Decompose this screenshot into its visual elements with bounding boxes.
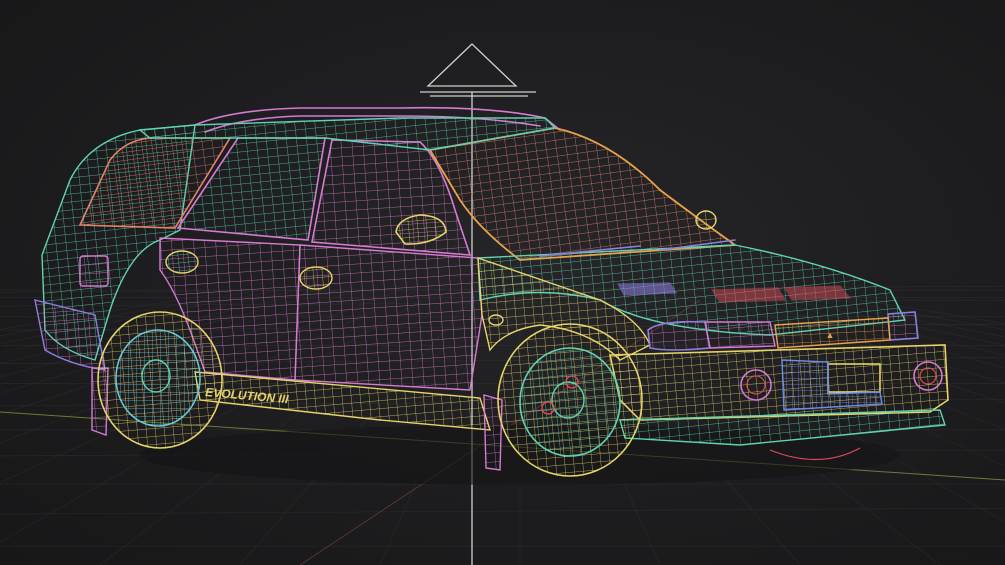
door-handle xyxy=(299,266,333,290)
3d-viewport[interactable]: EVOLUTION III ▲ xyxy=(0,0,1005,565)
front-wheel xyxy=(497,323,643,477)
headlight-inner-left xyxy=(704,321,776,349)
headlight-left xyxy=(647,320,711,351)
wireframe-scene: EVOLUTION III ▲ xyxy=(0,43,1005,565)
front-bumper xyxy=(609,344,949,421)
rear-wheel xyxy=(97,311,223,449)
car-wireframe-model[interactable]: EVOLUTION III ▲ xyxy=(34,106,949,485)
tail-light xyxy=(79,255,109,287)
windshield xyxy=(428,127,738,261)
hood-scoop xyxy=(616,282,678,296)
headlight-right xyxy=(887,311,919,341)
grid-line xyxy=(0,507,1005,515)
front-door xyxy=(294,244,483,391)
hood-vent-right xyxy=(783,285,852,301)
brand-emblem-icon: ▲ xyxy=(826,330,835,340)
hood-vent-left xyxy=(710,287,787,303)
side-mirror-right xyxy=(695,210,717,230)
fuel-cap xyxy=(165,250,199,274)
